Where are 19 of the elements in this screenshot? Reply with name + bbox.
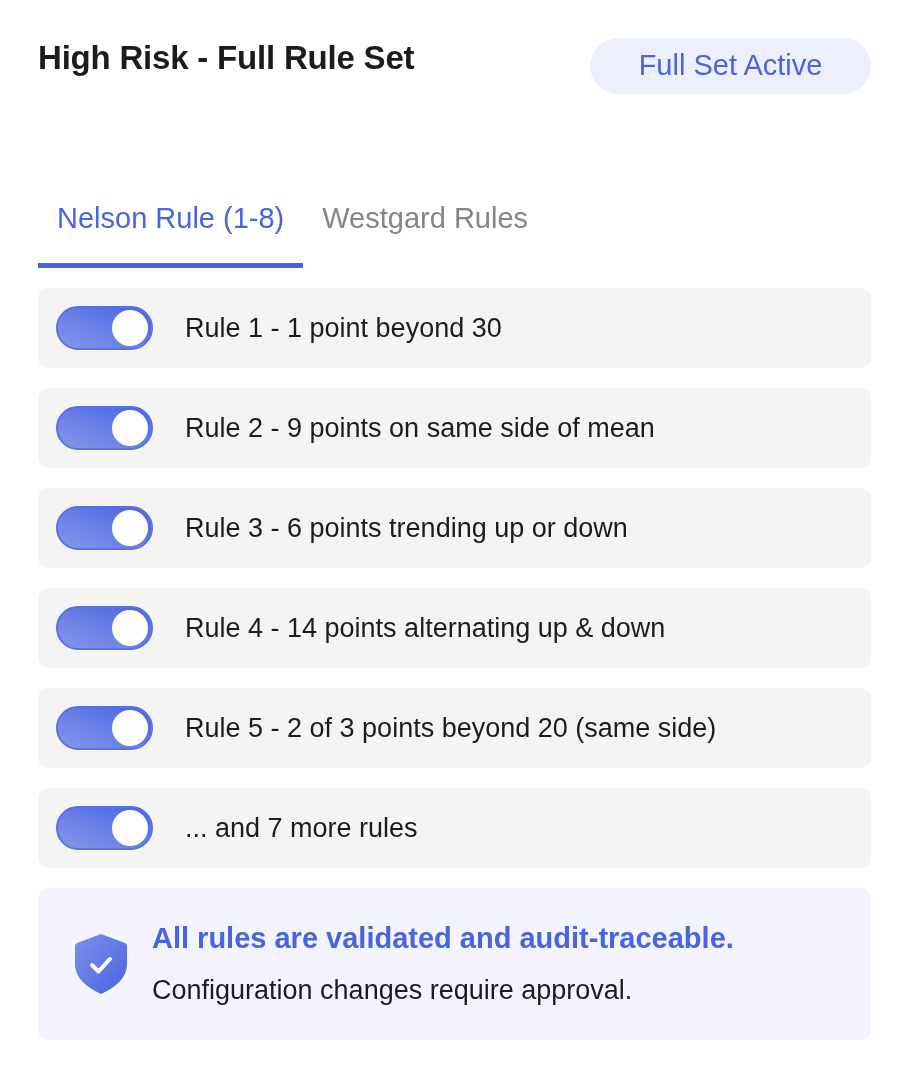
toggle-switch[interactable] [56, 306, 153, 350]
toggle-switch[interactable] [56, 806, 153, 850]
tab[interactable]: Westgard Rules [303, 188, 548, 268]
toggle-switch[interactable] [56, 606, 153, 650]
notice-title: All rules are validated and audit-traceable. [152, 921, 734, 956]
page-title: High Risk - Full Rule Set [38, 38, 415, 78]
toggle-switch[interactable] [56, 706, 153, 750]
status-badge: Full Set Active [590, 38, 871, 94]
tab[interactable]: Nelson Rule (1-8) [38, 188, 304, 268]
rule-label: Rule 1 - 1 point beyond 30 [185, 312, 502, 345]
rule-label: ... and 7 more rules [185, 812, 418, 845]
toggle-switch[interactable] [56, 506, 153, 550]
rule-label: Rule 3 - 6 points trending up or down [185, 512, 628, 545]
notice-text: Configuration changes require approval. [152, 974, 634, 1007]
toggle-switch[interactable] [56, 406, 153, 450]
rule-label: Rule 4 - 14 points alternating up & down [185, 612, 666, 645]
rule-label: Rule 2 - 9 points on same side of mean [185, 412, 655, 445]
shield-check-icon [75, 934, 127, 994]
rule-label: Rule 5 - 2 of 3 points beyond 20 (same side) [185, 712, 717, 745]
